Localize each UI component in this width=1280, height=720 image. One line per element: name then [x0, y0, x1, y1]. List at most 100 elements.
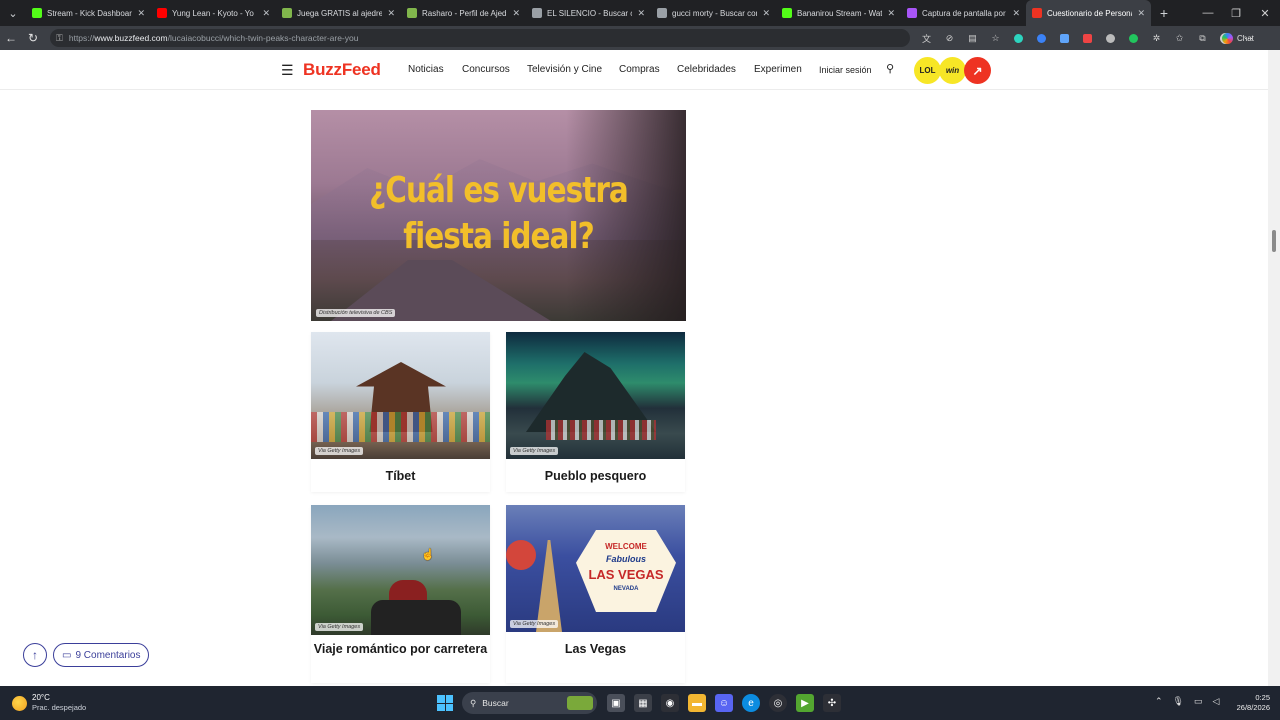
- page-scrollbar[interactable]: [1268, 50, 1280, 686]
- extension-icon[interactable]: [1053, 26, 1076, 50]
- win-badge[interactable]: win: [939, 57, 966, 84]
- search-highlight-icon: [567, 696, 593, 710]
- store-icon[interactable]: ▦: [634, 694, 652, 712]
- close-tab-icon[interactable]: ✕: [1012, 8, 1020, 19]
- favorites-icon[interactable]: ✩: [1168, 26, 1191, 50]
- maximize-icon[interactable]: ❐: [1221, 0, 1251, 26]
- tab-favicon-icon: [157, 8, 167, 18]
- reload-icon[interactable]: ↻: [22, 26, 44, 50]
- network-icon[interactable]: ▭: [1194, 696, 1203, 707]
- browser-tab[interactable]: gucci morty - Buscar con ✕: [651, 0, 776, 26]
- nav-link-celebridades[interactable]: Celebridades: [677, 64, 736, 75]
- login-link[interactable]: Iniciar sesión: [819, 65, 872, 75]
- site-info-icon[interactable]: ⚿: [56, 33, 63, 44]
- scrollbar-thumb[interactable]: [1272, 230, 1276, 252]
- extension-icon[interactable]: [1007, 26, 1030, 50]
- tracking-icon[interactable]: ⊘: [938, 26, 961, 50]
- browser-tab[interactable]: Yung Lean - Kyoto - Yo ✕: [151, 0, 276, 26]
- extension-icon[interactable]: [1122, 26, 1145, 50]
- app-icon[interactable]: ◉: [661, 694, 679, 712]
- extension-icon[interactable]: [1099, 26, 1122, 50]
- browser-tab[interactable]: Stream - Kick Dashboard ✕: [26, 0, 151, 26]
- road-trip-image: Via Getty Images: [311, 505, 490, 635]
- browser-tab[interactable]: Rasharo - Perfil de Ajedrez ✕: [401, 0, 526, 26]
- clock-date: 26/8/2026: [1236, 703, 1270, 712]
- extensions-puzzle-icon[interactable]: ✲: [1145, 26, 1168, 50]
- extension-icon[interactable]: [1076, 26, 1099, 50]
- collections-icon[interactable]: ⧉: [1191, 26, 1214, 50]
- tab-title: Stream - Kick Dashboard: [47, 8, 133, 18]
- close-tab-icon[interactable]: ✕: [762, 8, 770, 19]
- answer-option-viaje-romantico[interactable]: Via Getty Images Viaje romántico por car…: [311, 505, 490, 683]
- scroll-to-top-arrow-icon[interactable]: ↑: [23, 643, 47, 667]
- extension-icon[interactable]: [1030, 26, 1053, 50]
- question-title: ¿Cuál es vuestra fiesta ideal?: [369, 170, 629, 257]
- answer-option-pueblo-pesquero[interactable]: Via Getty Images Pueblo pesquero: [506, 332, 685, 492]
- search-icon[interactable]: ⚲: [886, 62, 894, 75]
- answer-option-las-vegas[interactable]: WELCOME Fabulous LAS VEGAS NEVADA Via Ge…: [506, 505, 685, 683]
- windows-start-icon[interactable]: [437, 695, 453, 711]
- volume-icon[interactable]: ◁: [1213, 696, 1220, 707]
- tab-title: Bananirou Stream - Watch: [797, 8, 883, 18]
- media-app-icon[interactable]: ▶: [796, 694, 814, 712]
- lol-badge[interactable]: LOL: [914, 57, 941, 84]
- nav-link-compras[interactable]: Compras: [619, 64, 660, 75]
- browser-tab[interactable]: Captura de pantalla por Li ✕: [901, 0, 1026, 26]
- sign-nevada: NEVADA: [613, 586, 639, 592]
- search-icon: ⚲: [470, 697, 477, 708]
- comments-label: 9 Comentarios: [75, 649, 141, 661]
- close-tab-icon[interactable]: ✕: [512, 8, 520, 19]
- reader-icon[interactable]: ▤: [961, 26, 984, 50]
- browser-tab-active[interactable]: Cuestionario de Personaje ✕: [1026, 0, 1151, 26]
- microphone-icon[interactable]: 🎙: [1173, 696, 1184, 707]
- copilot-chat-button[interactable]: Chat: [1222, 31, 1254, 45]
- hamburger-menu-icon[interactable]: ☰: [281, 62, 294, 79]
- browser-tab[interactable]: Juega GRATIS al ajedrez o ✕: [276, 0, 401, 26]
- close-window-icon[interactable]: ✕: [1250, 0, 1280, 26]
- task-view-icon[interactable]: ▣: [607, 694, 625, 712]
- tab-menu-chevron-icon[interactable]: ⌄: [0, 0, 26, 26]
- edge-browser-icon[interactable]: e: [742, 694, 760, 712]
- translate-icon[interactable]: 文: [915, 26, 938, 50]
- windows-taskbar: 20°C Prac. despejado ⚲ Buscar ▣ ▦ ◉ ▬ ☺ e …: [0, 686, 1280, 720]
- browser-tab[interactable]: EL SILENCIO - Buscar con ✕: [526, 0, 651, 26]
- show-hidden-icons-chevron-icon[interactable]: ⌃: [1155, 696, 1163, 707]
- nav-link-noticias[interactable]: Noticias: [408, 64, 444, 75]
- back-arrow-icon[interactable]: ←: [0, 26, 22, 50]
- taskbar-search-box[interactable]: ⚲ Buscar: [462, 692, 597, 714]
- close-tab-icon[interactable]: ✕: [262, 8, 270, 19]
- close-tab-icon[interactable]: ✕: [637, 8, 645, 19]
- obs-icon[interactable]: ✣: [823, 694, 841, 712]
- url-domain: www.buzzfeed.com: [94, 33, 168, 43]
- minimize-icon[interactable]: —: [1193, 0, 1223, 26]
- taskbar-clock[interactable]: 0:25 26/8/2026: [1232, 693, 1270, 713]
- sign-las-vegas: LAS VEGAS: [588, 567, 664, 582]
- nav-link-concursos[interactable]: Concursos: [462, 64, 510, 75]
- answer-label: Pueblo pesquero: [544, 469, 647, 483]
- copilot-icon: [1222, 32, 1233, 44]
- tab-title: Juega GRATIS al ajedrez o: [297, 8, 383, 18]
- nav-link-tv-cine[interactable]: Televisión y Cine: [527, 64, 602, 75]
- close-tab-icon[interactable]: ✕: [137, 8, 145, 19]
- close-tab-icon[interactable]: ✕: [387, 8, 395, 19]
- new-tab-plus-icon[interactable]: +: [1151, 5, 1177, 21]
- buzzfeed-logo[interactable]: BuzzFeed: [303, 60, 381, 80]
- village-houses: [546, 420, 656, 440]
- close-tab-icon[interactable]: ✕: [1137, 8, 1145, 19]
- file-explorer-icon[interactable]: ▬: [688, 694, 706, 712]
- address-bar[interactable]: ⚿ https://www.buzzfeed.com/lucaiacobucci…: [50, 29, 910, 47]
- comments-button[interactable]: ▭ 9 Comentarios: [53, 643, 150, 667]
- chrome-icon[interactable]: ◎: [769, 694, 787, 712]
- answer-option-tibet[interactable]: Via Getty Images Tíbet: [311, 332, 490, 492]
- browser-tab[interactable]: Bananirou Stream - Watch ✕: [776, 0, 901, 26]
- close-tab-icon[interactable]: ✕: [887, 8, 895, 19]
- trending-badge[interactable]: ↗: [964, 57, 991, 84]
- car-shape: [371, 600, 461, 635]
- las-vegas-image: WELCOME Fabulous LAS VEGAS NEVADA Via Ge…: [506, 505, 685, 632]
- weather-temperature: 20°C: [32, 693, 50, 702]
- discord-icon[interactable]: ☺: [715, 694, 733, 712]
- screen: ⌄ Stream - Kick Dashboard ✕ Yung Lean - K…: [0, 0, 1280, 720]
- weather-widget[interactable]: 20°C Prac. despejado: [12, 693, 86, 713]
- favorite-star-icon[interactable]: ☆: [984, 26, 1007, 50]
- nav-link-experimentos[interactable]: Experiment: [754, 64, 802, 75]
